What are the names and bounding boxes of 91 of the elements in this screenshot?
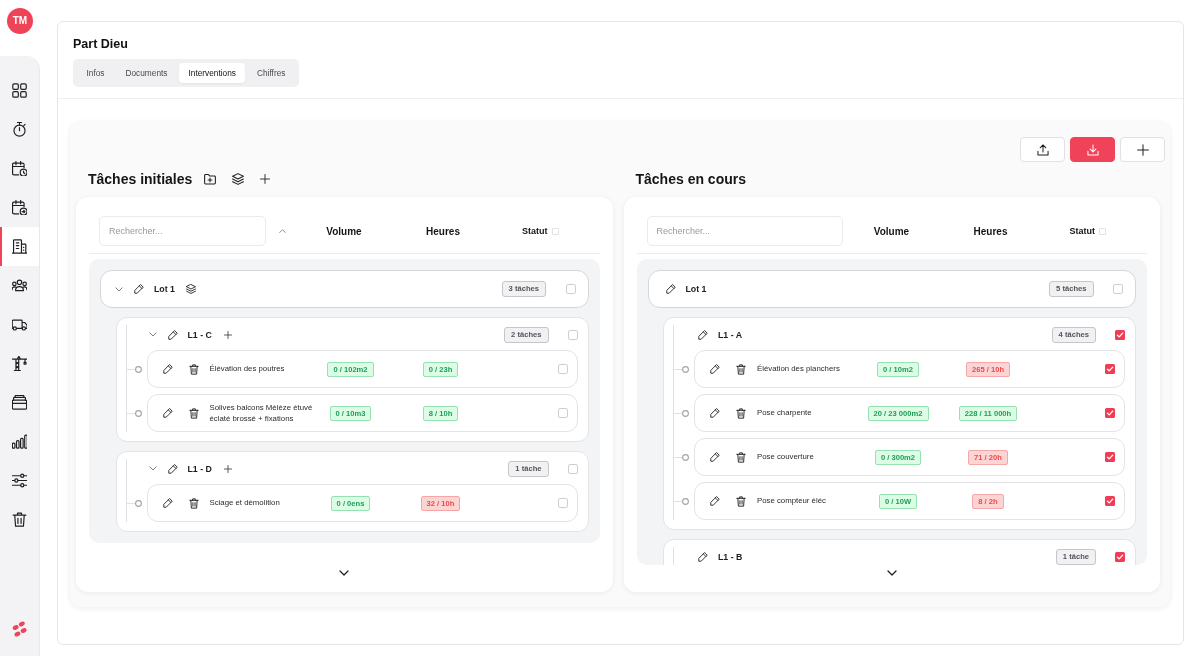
plus-icon[interactable] [223,464,232,473]
panel-title: Tâches en cours [635,170,746,188]
column-header: Heures [972,225,1009,237]
trash-icon[interactable] [188,407,199,419]
search-field[interactable]: Rechercher... [646,216,843,246]
sliders-icon [12,473,27,488]
trash-icon[interactable] [736,407,746,419]
pencil-icon[interactable] [134,284,144,294]
avatar[interactable]: TM [7,8,33,34]
checkbox[interactable] [1105,364,1115,374]
trash-icon[interactable] [736,451,746,463]
column-header: Statut [522,226,548,236]
ring-icon [134,499,142,507]
checkbox[interactable] [1113,284,1123,294]
pencil-icon[interactable] [710,364,720,374]
search-field[interactable]: Rechercher... [99,216,266,246]
add-button[interactable] [1120,137,1165,162]
pencil-icon[interactable] [167,463,178,474]
upload-icon [1036,143,1049,156]
ring-icon [134,409,142,417]
pencil-icon[interactable] [710,496,720,506]
plus-icon[interactable] [260,174,271,184]
group-name: L1 - B [718,551,743,562]
people-icon [12,278,27,293]
tab[interactable]: Chiffres [247,63,295,83]
pencil-icon[interactable] [167,329,178,340]
van-icon [12,317,27,332]
tab[interactable]: Infos [77,63,114,83]
pencil-icon[interactable] [710,408,720,418]
trash-icon[interactable] [188,363,199,375]
calendar-arrow-icon [12,200,27,215]
checkbox[interactable] [567,463,578,474]
column-header: Volume [325,225,363,237]
layers-icon[interactable] [186,284,196,294]
checkbox[interactable] [557,364,568,374]
ring-icon [682,497,689,505]
trash-icon[interactable] [736,495,746,507]
logo-icon [11,621,28,637]
folders-icon [12,395,27,410]
ring-icon [682,453,689,461]
buildings-icon [12,239,27,254]
download-icon [1086,143,1099,156]
pencil-icon[interactable] [162,408,173,418]
checkbox[interactable] [1115,551,1125,562]
tab[interactable]: Interventions [178,63,246,83]
checkbox[interactable] [1105,408,1115,418]
checkbox[interactable] [551,227,559,235]
panel-title: Tâches initiales [88,170,193,188]
column-header: Heures [425,225,461,237]
pencil-icon[interactable] [665,284,676,294]
crane-icon [12,356,27,371]
upload-button[interactable] [1020,137,1065,162]
ring-icon [682,365,689,373]
checkbox[interactable] [1115,329,1125,340]
ring-icon [682,409,689,417]
checkbox[interactable] [567,329,578,340]
chevron-down-icon[interactable] [339,570,350,576]
lot-name: Lot 1 [154,284,175,294]
group-name: L1 - C [187,329,212,340]
nav-item[interactable] [0,227,39,266]
bar-chart-icon [12,434,27,449]
layers-icon[interactable] [232,173,245,185]
checkbox[interactable] [557,408,568,418]
checkbox[interactable] [1099,227,1106,235]
checkbox[interactable] [565,284,576,294]
column-header: Volume [872,225,911,237]
folder-plus-icon[interactable] [204,173,217,185]
group-name: L1 - A [718,329,743,340]
plus-icon[interactable] [223,330,232,339]
checkbox[interactable] [557,498,568,508]
trash-icon[interactable] [736,363,746,375]
pencil-icon[interactable] [698,329,708,340]
tab[interactable]: Documents [116,63,177,83]
column-header: Statut [1069,226,1095,236]
checkbox[interactable] [1105,452,1115,462]
trash-icon [12,512,27,527]
pencil-icon[interactable] [710,452,720,462]
plus-icon [1136,143,1149,156]
grid-icon [12,83,27,98]
calendar-clock-icon [12,161,27,176]
trash-icon[interactable] [188,497,199,509]
chevron-down-icon[interactable] [886,570,897,576]
pencil-icon[interactable] [162,364,173,374]
pencil-icon[interactable] [162,498,173,508]
pencil-icon[interactable] [698,551,708,562]
lot-name: Lot 1 [685,284,707,294]
page-title: Part Dieu [73,36,128,52]
checkbox[interactable] [1105,496,1115,506]
group-name: L1 - D [187,463,212,474]
ring-icon [134,365,142,373]
stopwatch-icon [12,122,27,137]
